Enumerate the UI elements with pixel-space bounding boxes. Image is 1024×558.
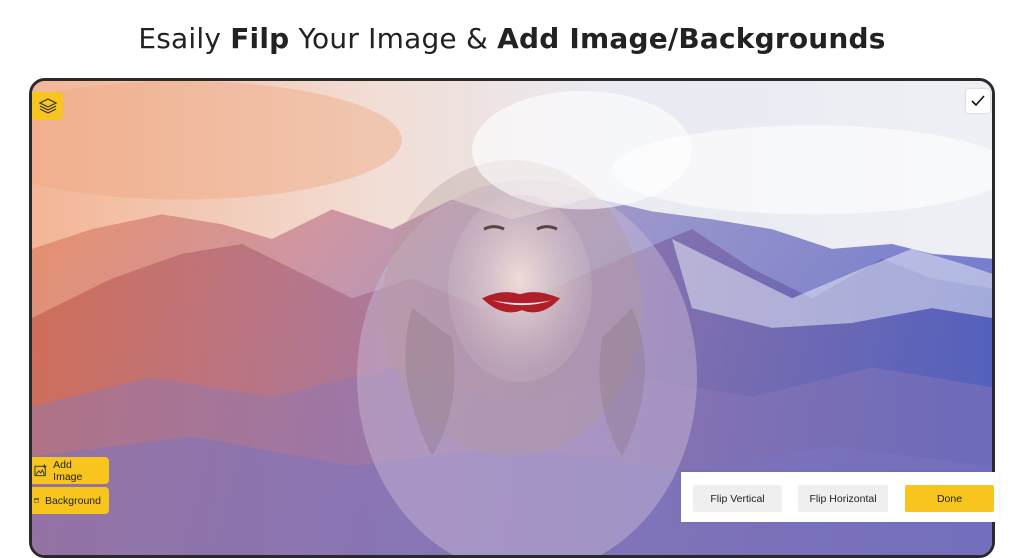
- add-image-button[interactable]: Add Image: [32, 457, 109, 484]
- flip-horizontal-button[interactable]: Flip Horizontal: [798, 485, 888, 512]
- checkmark-icon: [971, 95, 985, 107]
- done-button[interactable]: Done: [905, 485, 994, 512]
- confirm-check-button[interactable]: [966, 89, 990, 113]
- headline-part2: Filp: [230, 22, 290, 55]
- add-image-label: Add Image: [53, 458, 83, 483]
- headline: Esaily Filp Your Image & Add Image/Backg…: [0, 22, 1024, 55]
- image-add-icon: [34, 464, 47, 477]
- headline-part1: Esaily: [138, 22, 231, 55]
- headline-part4: Add Image/Backgrounds: [497, 22, 886, 55]
- background-label: Background: [44, 494, 101, 507]
- headline-part3: Your Image &: [289, 22, 498, 55]
- background-icon: [34, 498, 39, 503]
- flip-action-panel: Flip Vertical Flip Horizontal Done: [681, 472, 999, 522]
- background-button[interactable]: Background: [32, 487, 109, 514]
- layers-button[interactable]: [32, 92, 63, 120]
- layers-icon: [38, 98, 57, 114]
- flip-vertical-button[interactable]: Flip Vertical: [693, 485, 782, 512]
